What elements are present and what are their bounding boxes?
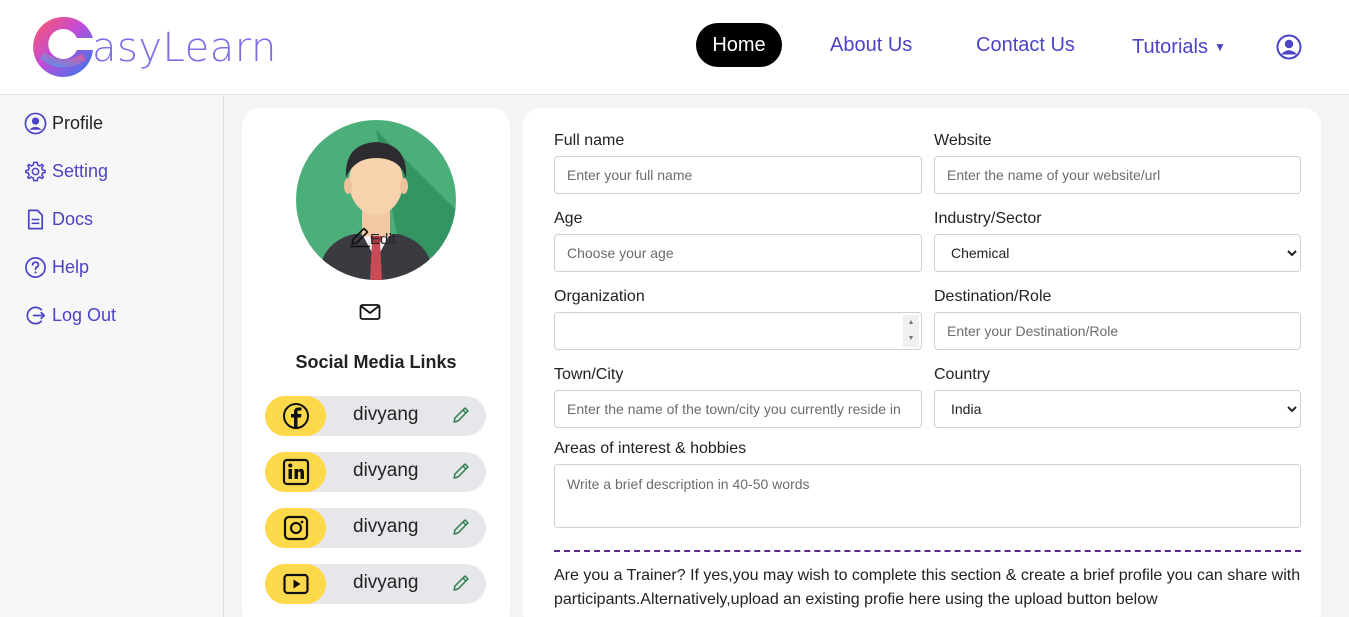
social-badge: [265, 564, 326, 604]
brand-logo[interactable]: asyLearn: [30, 14, 277, 80]
profile-card: Edit Social Media Links divyang divyang …: [242, 108, 510, 617]
sidebar-item-help[interactable]: Help: [24, 254, 89, 280]
sidebar-item-label: Help: [52, 256, 90, 277]
instagram-icon: [283, 515, 308, 541]
sidebar-item-label: Log Out: [52, 304, 117, 325]
website-input[interactable]: [934, 156, 1301, 194]
industry-select[interactable]: Chemical: [934, 234, 1301, 272]
organization-label: Organization: [554, 288, 645, 305]
nav-about-us[interactable]: About Us: [830, 23, 912, 67]
gear-icon: [25, 161, 46, 181]
organization-number-input[interactable]: ▲ ▼: [554, 312, 922, 350]
nav-tutorials-dropdown[interactable]: Tutorials ▼: [1132, 25, 1226, 69]
social-media-title: Social Media Links: [295, 352, 457, 372]
pencil-icon[interactable]: [451, 405, 471, 425]
destination-label: Destination/Role: [934, 288, 1052, 305]
brand-name: asyLearn: [92, 25, 277, 71]
sidebar-item-label: Docs: [52, 208, 94, 229]
caret-down-icon: ▼: [1213, 40, 1226, 54]
user-account-icon[interactable]: [1276, 34, 1302, 60]
section-divider: [554, 550, 1301, 552]
youtube-icon: [282, 573, 309, 595]
website-label: Website: [934, 132, 992, 149]
social-link-facebook[interactable]: divyang: [265, 396, 486, 436]
avatar-illustration: [296, 120, 456, 280]
social-handle: divyang: [353, 404, 419, 425]
help-icon: [25, 256, 46, 278]
town-input[interactable]: [554, 390, 922, 428]
pencil-icon[interactable]: [451, 517, 471, 537]
full-name-input[interactable]: [554, 156, 922, 194]
social-badge: [265, 508, 326, 548]
interests-textarea[interactable]: [554, 464, 1301, 528]
profile-form-card: Full name Website Age Industry/Sector Ch…: [523, 108, 1321, 617]
spinner-down-icon[interactable]: ▼: [903, 331, 919, 347]
sidebar-item-logout[interactable]: Log Out: [24, 302, 116, 328]
full-name-label: Full name: [554, 132, 625, 149]
pencil-icon: [350, 227, 370, 248]
social-handle: divyang: [353, 460, 419, 481]
social-link-youtube[interactable]: divyang: [265, 564, 486, 604]
logout-icon: [26, 306, 45, 324]
nav-tutorials-label: Tutorials: [1132, 36, 1208, 58]
social-link-instagram[interactable]: divyang: [265, 508, 486, 548]
destination-input[interactable]: [934, 312, 1301, 350]
logo-e-icon: [33, 16, 93, 77]
sidebar: Profile Setting Docs Help Log Out: [0, 96, 224, 617]
linkedin-icon: [282, 458, 309, 486]
trainer-note: Are you a Trainer? If yes,you may wish t…: [554, 567, 1301, 608]
social-handle: divyang: [353, 516, 419, 537]
nav-contact-us[interactable]: Contact Us: [976, 23, 1075, 67]
sidebar-item-profile[interactable]: Profile: [24, 110, 103, 136]
user-circle-icon: [24, 112, 47, 134]
social-handle: divyang: [353, 572, 419, 593]
town-label: Town/City: [554, 366, 624, 383]
social-link-linkedin[interactable]: divyang: [265, 452, 486, 492]
social-badge: [265, 396, 326, 436]
document-icon: [27, 209, 44, 229]
age-input[interactable]: [554, 234, 922, 272]
country-label: Country: [934, 366, 991, 383]
industry-label: Industry/Sector: [934, 210, 1042, 227]
number-spinner[interactable]: ▲ ▼: [903, 315, 919, 347]
social-badge: [265, 452, 326, 492]
avatar[interactable]: [296, 120, 456, 280]
top-header: asyLearn Home About Us Contact Us Tutori…: [0, 0, 1349, 95]
mail-icon[interactable]: [358, 302, 382, 322]
age-label: Age: [554, 210, 583, 227]
facebook-icon: [282, 403, 309, 429]
sidebar-item-label: Setting: [52, 160, 109, 181]
nav-home[interactable]: Home: [696, 23, 782, 67]
edit-label: Edit: [370, 231, 396, 248]
sidebar-item-label: Profile: [52, 112, 104, 133]
sidebar-item-docs[interactable]: Docs: [24, 206, 93, 232]
country-select[interactable]: India: [934, 390, 1301, 428]
pencil-icon[interactable]: [451, 573, 471, 593]
interests-label: Areas of interest & hobbies: [554, 440, 747, 457]
spinner-up-icon[interactable]: ▲: [903, 315, 919, 331]
edit-avatar-button[interactable]: Edit: [348, 224, 396, 248]
sidebar-item-setting[interactable]: Setting: [24, 158, 108, 184]
pencil-icon[interactable]: [451, 461, 471, 481]
